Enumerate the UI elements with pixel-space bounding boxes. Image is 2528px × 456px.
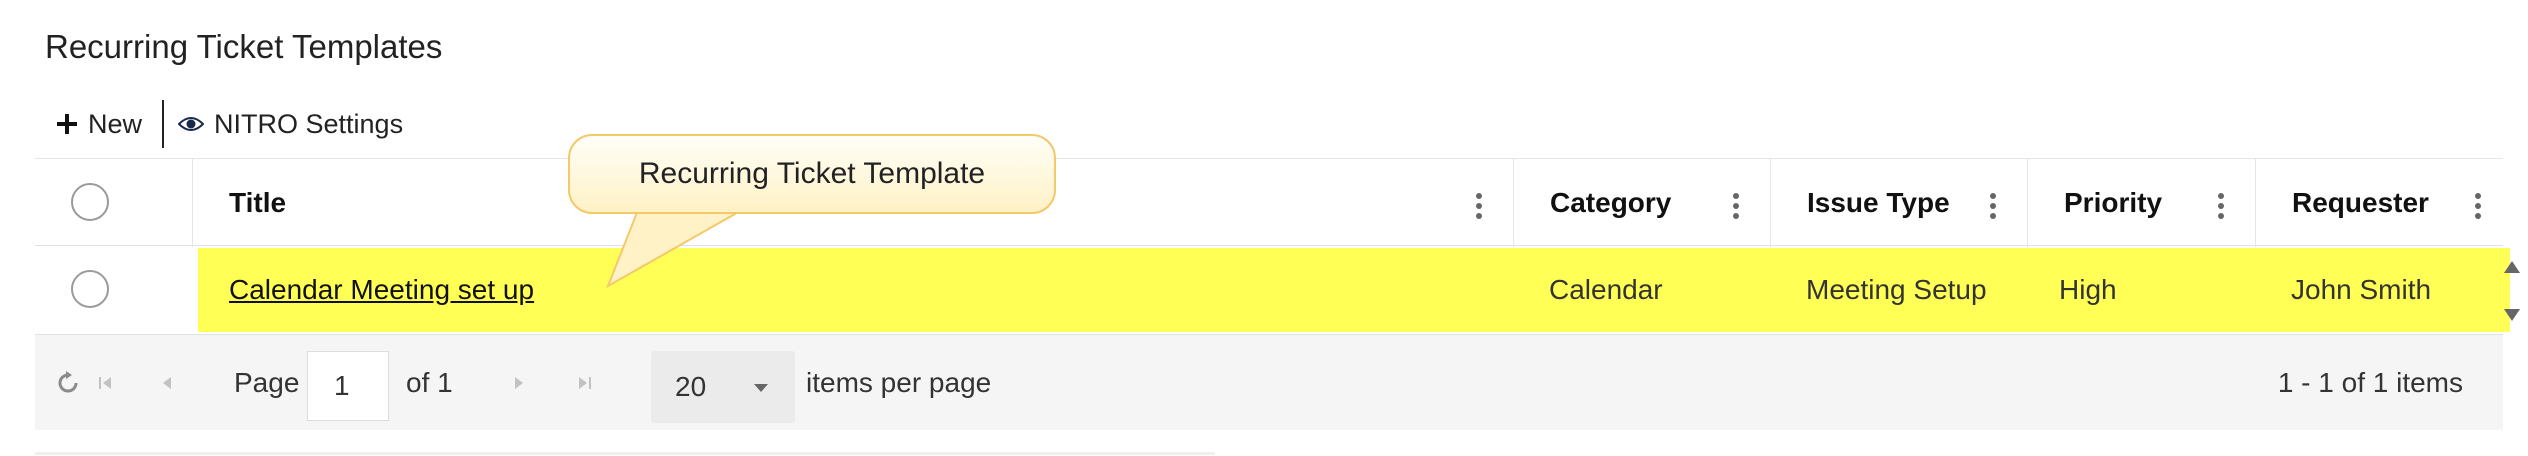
previous-page-icon[interactable] xyxy=(155,370,181,396)
row-title-cell: Calendar Meeting set up xyxy=(229,246,534,334)
next-page-icon[interactable] xyxy=(505,370,531,396)
toolbar: New NITRO Settings xyxy=(56,100,403,148)
divider xyxy=(35,452,1215,455)
table-row[interactable]: Calendar Meeting set up Calendar Meeting… xyxy=(35,246,2520,334)
templates-grid: Title Category Issue Type Priority Reque… xyxy=(35,158,2520,430)
new-button-label: New xyxy=(88,108,143,139)
row-requester-cell: John Smith xyxy=(2291,274,2432,305)
page-number-input[interactable] xyxy=(307,351,389,421)
scroll-down-icon[interactable] xyxy=(2503,308,2521,322)
row-category-cell: Calendar xyxy=(1549,274,1663,305)
callout-pointer xyxy=(606,208,746,289)
column-header-category[interactable]: Category xyxy=(1513,159,1770,247)
row-highlight xyxy=(198,248,2510,332)
annotation-callout: Recurring Ticket Template xyxy=(568,134,1056,214)
scroll-up-icon[interactable] xyxy=(2503,260,2521,274)
column-menu-icon[interactable] xyxy=(2217,193,2225,219)
grid-header: Title Category Issue Type Priority Reque… xyxy=(35,158,2503,247)
pager-summary: 1 - 1 of 1 items xyxy=(2277,367,2463,398)
column-menu-icon[interactable] xyxy=(1989,193,1997,219)
column-header-issue-type-label: Issue Type xyxy=(1807,187,1950,218)
column-menu-icon[interactable] xyxy=(1732,193,1740,219)
page-count-label: of 1 xyxy=(406,367,453,398)
column-header-category-label: Category xyxy=(1550,187,1672,218)
column-header-title-label: Title xyxy=(229,187,287,218)
row-issue-type-cell: Meeting Setup xyxy=(1806,274,1987,305)
column-header-issue-type[interactable]: Issue Type xyxy=(1770,159,2027,247)
items-per-page-label: items per page xyxy=(806,367,992,398)
chevron-down-icon xyxy=(754,384,768,392)
eye-icon xyxy=(178,117,205,131)
column-menu-icon[interactable] xyxy=(1475,193,1483,219)
column-header-priority-label: Priority xyxy=(2064,187,2163,218)
column-header-priority[interactable]: Priority xyxy=(2027,159,2255,247)
first-page-icon[interactable] xyxy=(93,370,119,396)
page-label: Page xyxy=(234,367,300,398)
row-select-checkbox[interactable] xyxy=(71,270,109,308)
last-page-icon[interactable] xyxy=(571,370,597,396)
plus-icon xyxy=(57,114,77,134)
page-title: Recurring Ticket Templates xyxy=(45,28,443,65)
row-priority-cell: High xyxy=(2059,274,2117,305)
pager: Page of 1 20 items per page 1 - 1 of 1 i… xyxy=(35,334,2503,430)
page-size-value: 20 xyxy=(675,371,707,402)
column-header-requester[interactable]: Requester xyxy=(2255,159,2512,247)
select-all-checkbox[interactable] xyxy=(71,183,109,221)
toolbar-separator xyxy=(162,100,165,148)
new-button[interactable]: New xyxy=(56,109,142,140)
nitro-settings-button[interactable]: NITRO Settings xyxy=(178,109,403,140)
column-header-requester-label: Requester xyxy=(2292,187,2429,218)
refresh-icon[interactable] xyxy=(55,370,81,396)
page-size-select[interactable]: 20 xyxy=(651,351,795,423)
template-title-link[interactable]: Calendar Meeting set up xyxy=(229,274,534,306)
nitro-settings-label: NITRO Settings xyxy=(214,108,404,139)
column-menu-icon[interactable] xyxy=(2474,193,2482,219)
